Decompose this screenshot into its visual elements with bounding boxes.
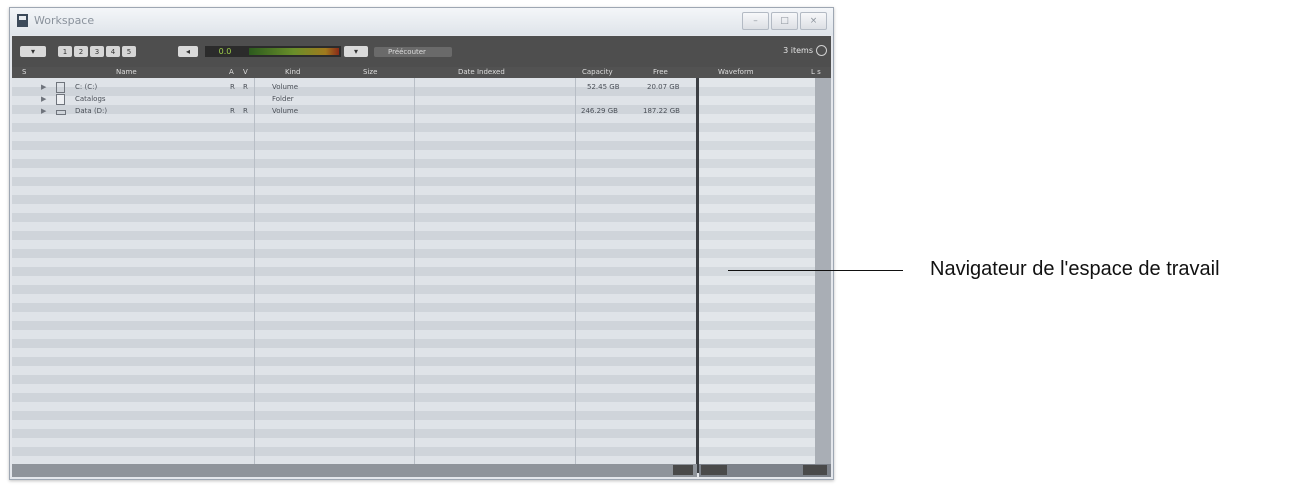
catalog-icon	[56, 94, 65, 105]
item-free: 187.22 GB	[643, 107, 680, 115]
view-presets: 1 2 3 4 5	[58, 46, 136, 57]
column-divider	[575, 78, 576, 464]
horizontal-scrollbar[interactable]	[12, 464, 697, 477]
col-capacity[interactable]: Capacity	[582, 67, 613, 78]
items-count: 3 items	[783, 46, 813, 55]
col-date-indexed[interactable]: Date Indexed	[458, 67, 505, 78]
col-extra[interactable]: L s	[811, 67, 821, 78]
column-divider	[254, 78, 255, 464]
callout-line	[728, 270, 903, 271]
disk-drive-icon	[56, 82, 65, 93]
col-waveform[interactable]: Waveform	[718, 67, 754, 78]
item-kind: Folder	[272, 95, 294, 103]
menu-button[interactable]: ▾	[20, 46, 46, 57]
meter-value: 0.0	[218, 47, 232, 56]
scroll-right-button[interactable]	[673, 465, 693, 475]
col-kind[interactable]: Kind	[285, 67, 300, 78]
vertical-scrollbar[interactable]	[815, 78, 831, 464]
workspace-app-icon	[17, 14, 28, 27]
col-size[interactable]: Size	[363, 67, 377, 78]
close-button[interactable]: ×	[800, 12, 827, 30]
audition-meter: 0.0	[205, 46, 341, 57]
list-item[interactable]: ▶ Catalogs Folder	[12, 94, 697, 106]
col-a[interactable]: A	[229, 67, 234, 78]
menu-icon: ▾	[30, 47, 35, 56]
view-preset-3[interactable]: 3	[90, 46, 104, 57]
item-v: R	[243, 83, 248, 91]
preview-toggle[interactable]: Préécouter	[374, 47, 452, 57]
item-free: 20.07 GB	[647, 83, 680, 91]
col-v[interactable]: V	[243, 67, 248, 78]
speaker-icon: ◂	[185, 47, 190, 56]
view-preset-5[interactable]: 5	[122, 46, 136, 57]
expand-triangle-icon[interactable]: ▶	[41, 83, 46, 91]
workspace-window: Workspace – □ × ▾ 1 2 3 4 5 ◂ 0.0 ▾ Préé…	[9, 7, 834, 480]
item-name: Data (D:)	[75, 107, 108, 115]
file-list[interactable]: ▶ C: (C:) R R Volume 52.45 GB 20.07 GB ▶…	[12, 78, 697, 464]
title-bar[interactable]: Workspace – □ ×	[10, 8, 833, 35]
expand-triangle-icon[interactable]: ▶	[41, 107, 46, 115]
meter-level-bar	[249, 48, 339, 55]
window-title: Workspace	[34, 14, 95, 27]
col-free[interactable]: Free	[653, 67, 668, 78]
view-preset-2[interactable]: 2	[74, 46, 88, 57]
settings-icon[interactable]	[816, 45, 827, 56]
waveform-scroll-left-button[interactable]	[701, 465, 727, 475]
item-kind: Volume	[272, 107, 299, 115]
item-kind: Volume	[272, 83, 299, 91]
audition-options-button[interactable]: ▾	[344, 46, 368, 57]
item-a: R	[230, 83, 235, 91]
drive-icon	[56, 110, 66, 115]
audition-button[interactable]: ◂	[178, 46, 198, 57]
item-name: Catalogs	[75, 95, 106, 103]
list-item[interactable]: ▶ C: (C:) R R Volume 52.45 GB 20.07 GB	[12, 82, 697, 94]
view-preset-4[interactable]: 4	[106, 46, 120, 57]
item-capacity: 246.29 GB	[581, 107, 618, 115]
column-header: S Name A V Kind Size Date Indexed Capaci…	[12, 67, 831, 78]
workspace-toolbar: ▾ 1 2 3 4 5 ◂ 0.0 ▾ Préécouter 3 items	[12, 36, 831, 67]
item-capacity: 52.45 GB	[587, 83, 620, 91]
callout-label: Navigateur de l'espace de travail	[930, 258, 1220, 280]
item-v: R	[243, 107, 248, 115]
minimize-button[interactable]: –	[742, 12, 769, 30]
column-divider	[414, 78, 415, 464]
col-name[interactable]: Name	[116, 67, 137, 78]
col-state[interactable]: S	[22, 67, 26, 78]
waveform-scroll-right-button[interactable]	[803, 465, 827, 475]
view-preset-1[interactable]: 1	[58, 46, 72, 57]
chevron-down-icon: ▾	[353, 47, 358, 56]
window-controls: – □ ×	[742, 12, 827, 30]
waveform-scrollbar[interactable]	[699, 464, 831, 477]
waveform-pane[interactable]	[699, 78, 815, 464]
list-item[interactable]: ▶ Data (D:) R R Volume 246.29 GB 187.22 …	[12, 106, 697, 118]
expand-triangle-icon[interactable]: ▶	[41, 95, 46, 103]
item-a: R	[230, 107, 235, 115]
maximize-button[interactable]: □	[771, 12, 798, 30]
item-name: C: (C:)	[75, 83, 98, 91]
